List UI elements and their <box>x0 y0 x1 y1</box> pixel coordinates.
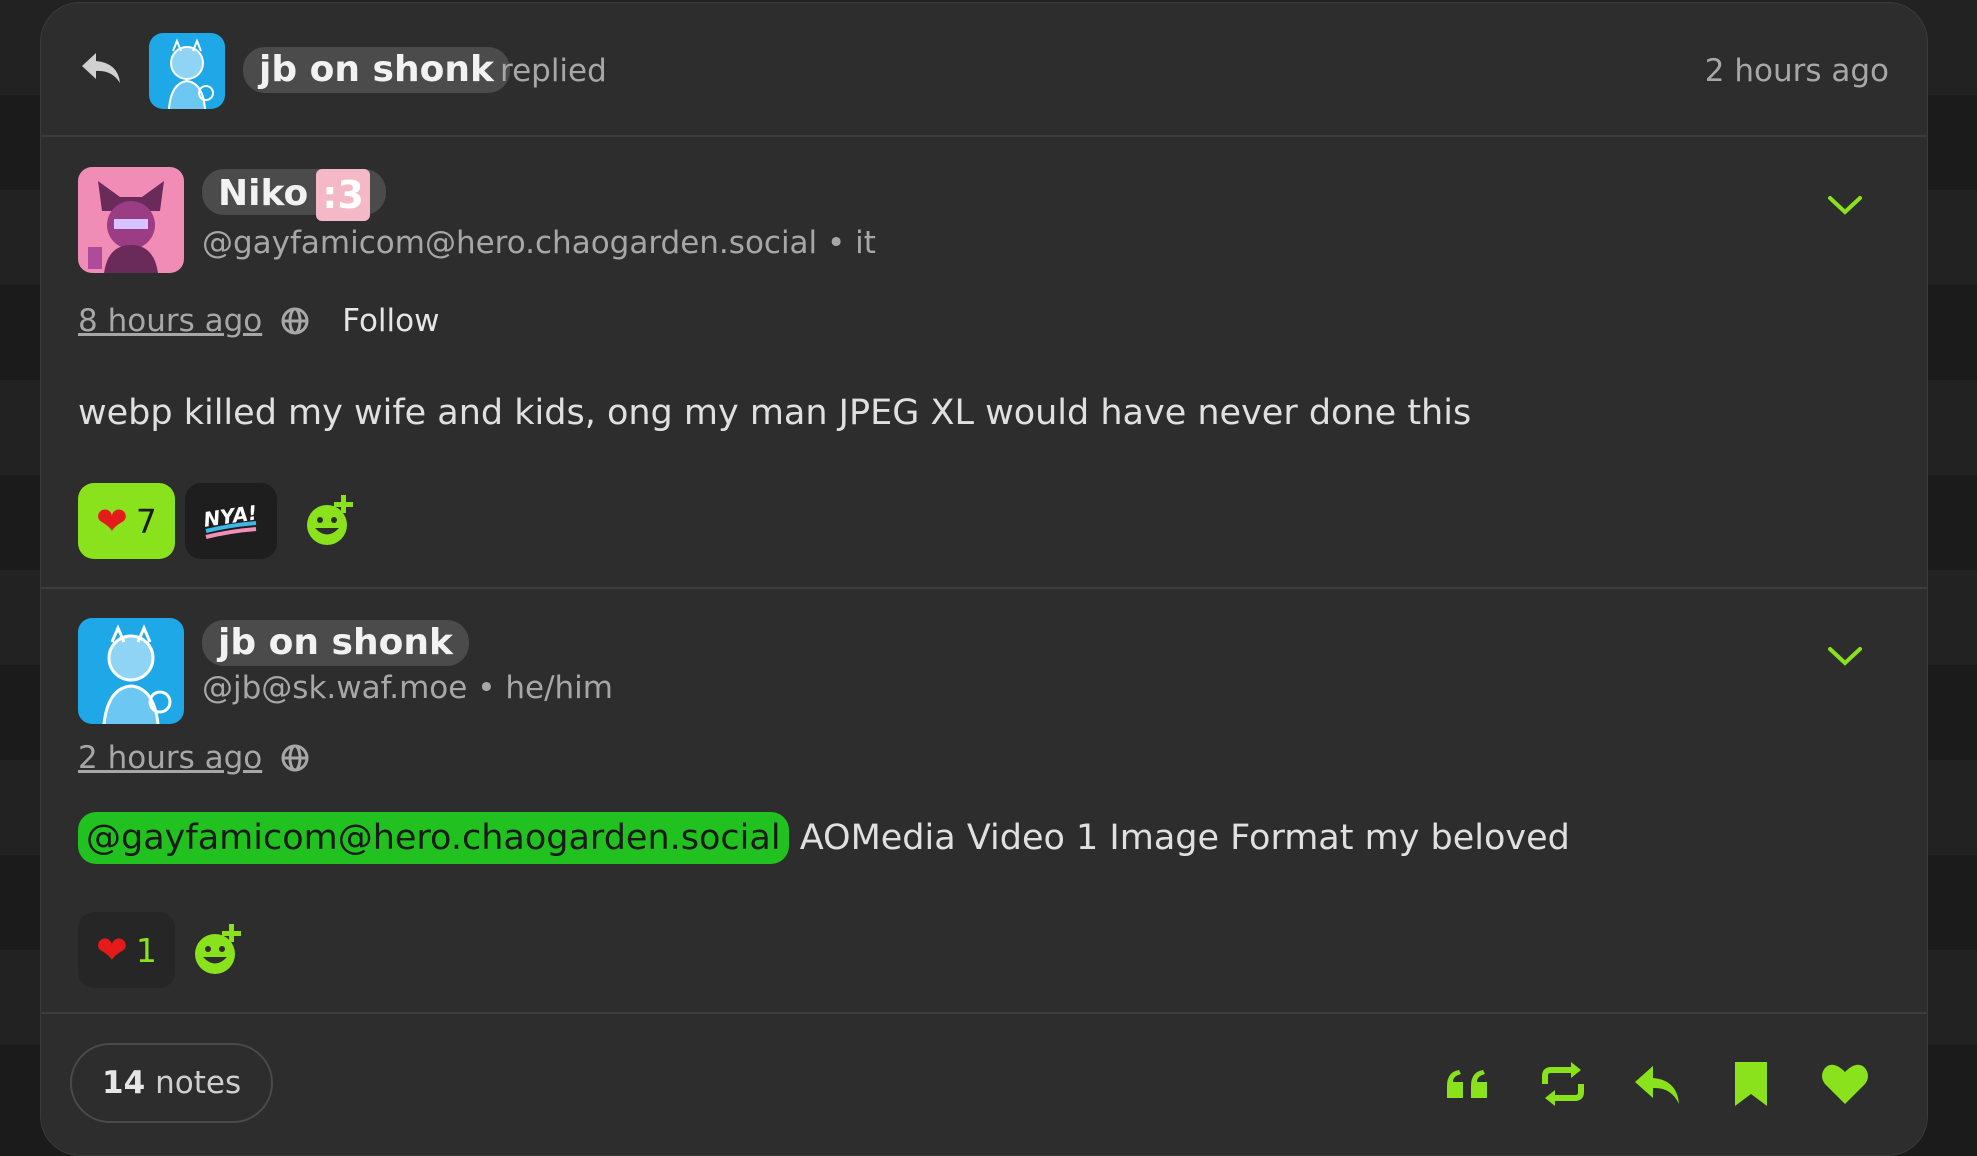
nya-emoji-icon: NYA! <box>202 500 259 539</box>
mention-link[interactable]: @gayfamicom@hero.chaogarden.social <box>78 812 789 864</box>
avatar[interactable] <box>149 33 225 109</box>
quote-icon[interactable] <box>1443 1058 1495 1110</box>
repost-icon[interactable] <box>1537 1058 1589 1110</box>
like-icon[interactable] <box>1819 1058 1871 1110</box>
author-name[interactable]: Niko:3 <box>202 169 386 221</box>
follow-button[interactable]: Follow <box>342 303 439 339</box>
globe-icon <box>281 307 309 335</box>
action-label: replied <box>500 53 607 89</box>
reaction-heart[interactable]: ❤ 7 <box>78 483 175 559</box>
chevron-down-icon[interactable] <box>1827 193 1863 217</box>
reply-icon[interactable] <box>1631 1058 1683 1110</box>
reaction-bar: ❤ 1 <box>78 912 249 988</box>
heart-emoji-icon: ❤ <box>96 928 128 972</box>
add-reaction-icon[interactable] <box>301 491 361 551</box>
avatar[interactable] <box>78 167 184 273</box>
author-name[interactable]: jb on shonk <box>202 620 469 666</box>
author-handle: @jb@sk.waf.moe • he/him <box>202 670 613 706</box>
reaction-heart[interactable]: ❤ 1 <box>78 912 175 988</box>
chevron-down-icon[interactable] <box>1827 644 1863 668</box>
note-body: @gayfamicom@hero.chaogarden.social AOMed… <box>78 812 1570 864</box>
note-timestamp[interactable]: 8 hours ago <box>78 303 262 339</box>
reaction-nya[interactable]: NYA! <box>184 483 277 559</box>
notes-count-button[interactable]: 14 notes <box>70 1043 274 1123</box>
note-reply: jb on shonk @jb@sk.waf.moe • he/him 2 ho… <box>41 588 1927 1014</box>
header-timestamp[interactable]: 2 hours ago <box>1705 53 1889 89</box>
actor-name[interactable]: jb on shonk <box>243 47 510 93</box>
post-header: jb on shonk replied 2 hours ago <box>41 3 1927 137</box>
author-handle: @gayfamicom@hero.chaogarden.social • it <box>202 225 876 261</box>
reaction-count: 7 <box>135 501 157 541</box>
reaction-bar: ❤ 7 NYA! <box>78 483 361 559</box>
reaction-count: 1 <box>135 930 157 970</box>
note-body: webp killed my wife and kids, ong my man… <box>78 393 1472 433</box>
post-footer: 14 notes <box>41 1013 1927 1155</box>
add-reaction-icon[interactable] <box>189 920 249 980</box>
avatar[interactable] <box>78 618 184 724</box>
note-meta: 2 hours ago <box>78 740 310 776</box>
custom-emoji: :3 <box>316 169 370 221</box>
heart-emoji-icon: ❤ <box>96 499 128 543</box>
globe-icon <box>281 744 309 772</box>
note-original: Niko:3 @gayfamicom@hero.chaogarden.socia… <box>41 137 1927 589</box>
note-meta: 8 hours ago Follow <box>78 303 439 339</box>
reply-icon <box>82 53 120 83</box>
post-card: jb on shonk replied 2 hours ago Niko:3 @… <box>40 2 1928 1156</box>
bookmark-icon[interactable] <box>1725 1058 1777 1110</box>
note-timestamp[interactable]: 2 hours ago <box>78 740 262 776</box>
